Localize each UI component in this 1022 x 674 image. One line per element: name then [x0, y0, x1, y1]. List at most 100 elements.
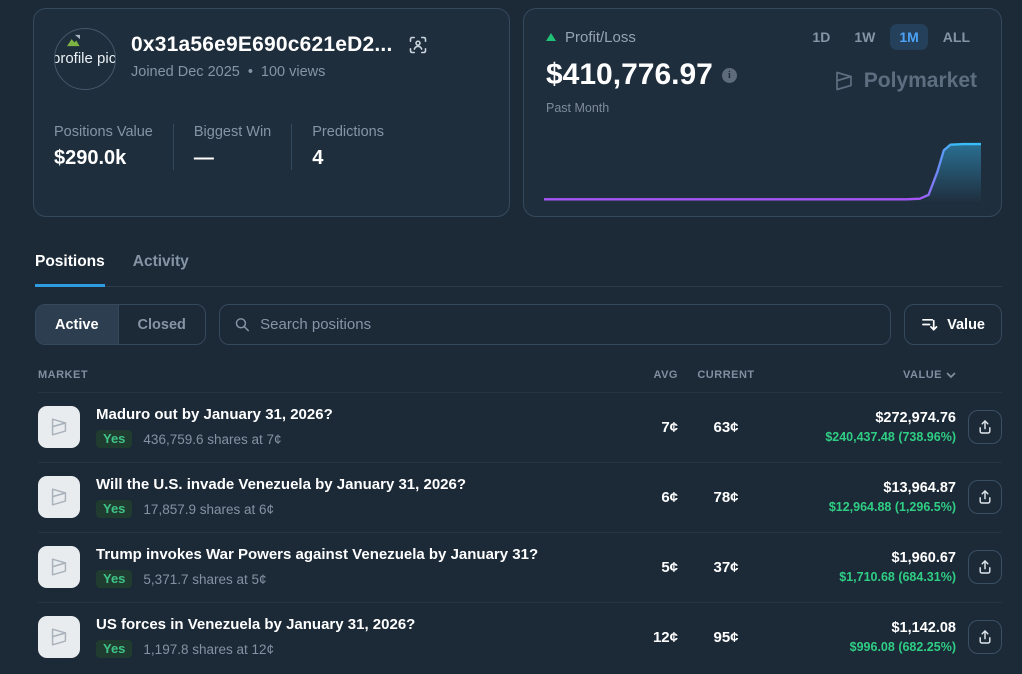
status-segment[interactable]: Closed: [118, 305, 205, 344]
avg-price: 12¢: [626, 629, 678, 646]
market-title[interactable]: Trump invokes War Powers against Venezue…: [96, 546, 538, 563]
header-current[interactable]: CURRENT: [678, 369, 774, 381]
stat-label: Positions Value: [54, 124, 153, 140]
main-tabs: Positions Activity: [35, 253, 1002, 287]
search-icon: [234, 316, 250, 333]
share-position-button[interactable]: [968, 550, 1002, 584]
position-value: $1,960.67: [774, 550, 956, 566]
share-position-button[interactable]: [968, 480, 1002, 514]
search-box[interactable]: [219, 304, 891, 345]
position-gain: $1,710.68 (684.31%): [774, 570, 956, 584]
stat-value: —: [194, 147, 271, 170]
polymarket-icon: [48, 556, 70, 578]
position-gain: $12,964.88 (1,296.5%): [774, 500, 956, 514]
tab[interactable]: Positions: [35, 253, 105, 287]
stat-value: 4: [312, 147, 384, 170]
table-row[interactable]: Trump invokes War Powers against Venezue…: [38, 532, 1002, 602]
watermark-text: Polymarket: [864, 69, 977, 93]
current-price: 37¢: [678, 559, 774, 576]
share-position-button[interactable]: [968, 620, 1002, 654]
shares-text: 1,197.8 shares at 12¢: [143, 642, 274, 657]
sort-button-label: Value: [947, 317, 985, 333]
market-thumbnail: [38, 616, 80, 658]
market-thumbnail: [38, 476, 80, 518]
shares-text: 17,857.9 shares at 6¢: [143, 502, 274, 517]
tab[interactable]: Activity: [133, 253, 189, 286]
table-row[interactable]: Maduro out by January 31, 2026? Yes 436,…: [38, 392, 1002, 462]
sort-icon: [921, 317, 938, 332]
position-value: $13,964.87: [774, 480, 956, 496]
status-segmented-control: ActiveClosed: [35, 304, 206, 345]
market-title[interactable]: Will the U.S. invade Venezuela by Januar…: [96, 476, 466, 493]
chevron-down-icon: [946, 372, 956, 379]
position-gain: $240,437.48 (738.96%): [774, 430, 956, 444]
polymarket-icon: [48, 486, 70, 508]
stat-item: Positions Value $290.0k: [54, 124, 174, 170]
joined-date: Joined Dec 2025: [131, 64, 240, 80]
export-icon: [977, 489, 993, 505]
outcome-badge: Yes: [96, 430, 132, 448]
pnl-card: Profit/Loss 1D1W1MALL $410,776.97 i Past…: [523, 8, 1002, 217]
pnl-amount: $410,776.97: [546, 58, 713, 92]
pnl-label: Profit/Loss: [565, 29, 636, 46]
header-value[interactable]: VALUE: [774, 369, 956, 381]
stat-label: Biggest Win: [194, 124, 271, 140]
position-gain: $996.08 (682.25%): [774, 640, 956, 654]
stat-item: Biggest Win —: [194, 124, 292, 170]
export-icon: [977, 559, 993, 575]
table-row[interactable]: US forces in Venezuela by January 31, 20…: [38, 602, 1002, 672]
share-position-button[interactable]: [968, 410, 1002, 444]
avatar-alt-text: profile pic: [54, 50, 116, 67]
info-icon[interactable]: i: [722, 68, 737, 83]
positions-table: MARKET AVG CURRENT VALUE Maduro out by: [38, 357, 1002, 672]
polymarket-icon: [48, 416, 70, 438]
pnl-chart: [544, 141, 981, 203]
table-header: MARKET AVG CURRENT VALUE: [38, 357, 1002, 392]
position-value: $1,142.08: [774, 620, 956, 636]
stat-label: Predictions: [312, 124, 384, 140]
shares-text: 436,759.6 shares at 7¢: [143, 432, 281, 447]
qr-scan-icon[interactable]: [408, 35, 428, 55]
market-thumbnail: [38, 406, 80, 448]
current-price: 63¢: [678, 419, 774, 436]
outcome-badge: Yes: [96, 640, 132, 658]
current-price: 95¢: [678, 629, 774, 646]
dot-separator: •: [248, 64, 253, 80]
sort-by-value-button[interactable]: Value: [904, 304, 1002, 345]
market-title[interactable]: Maduro out by January 31, 2026?: [96, 406, 333, 423]
header-avg[interactable]: AVG: [626, 369, 678, 381]
polymarket-watermark: Polymarket: [832, 69, 977, 93]
position-value: $272,974.76: [774, 410, 956, 426]
time-range-button[interactable]: ALL: [934, 24, 979, 50]
market-title[interactable]: US forces in Venezuela by January 31, 20…: [96, 616, 415, 633]
filter-bar: ActiveClosed Value: [35, 304, 1002, 345]
current-price: 78¢: [678, 489, 774, 506]
shares-text: 5,371.7 shares at 5¢: [143, 572, 266, 587]
table-body: Maduro out by January 31, 2026? Yes 436,…: [38, 392, 1002, 672]
time-range-button[interactable]: 1W: [845, 24, 884, 50]
wallet-address: 0x31a56e9E690c621eD2...: [131, 33, 393, 57]
stat-item: Predictions 4: [312, 124, 404, 170]
polymarket-logo-icon: [832, 69, 856, 93]
export-icon: [977, 629, 993, 645]
market-thumbnail: [38, 546, 80, 588]
views-count: 100 views: [261, 64, 325, 80]
outcome-badge: Yes: [96, 500, 132, 518]
triangle-up-icon: [546, 33, 556, 41]
search-input[interactable]: [260, 316, 876, 333]
profile-card: profile pic 0x31a56e9E690c621eD2... Join…: [33, 8, 510, 217]
avatar: profile pic: [54, 28, 116, 90]
time-range-button[interactable]: 1M: [890, 24, 927, 50]
outcome-badge: Yes: [96, 570, 132, 588]
export-icon: [977, 419, 993, 435]
time-range-button[interactable]: 1D: [803, 24, 839, 50]
status-segment[interactable]: Active: [36, 305, 118, 344]
profile-header: profile pic 0x31a56e9E690c621eD2... Join…: [0, 0, 1022, 217]
avg-price: 7¢: [626, 419, 678, 436]
header-market[interactable]: MARKET: [38, 369, 626, 381]
avg-price: 5¢: [626, 559, 678, 576]
time-range-selector: 1D1W1M ALL: [803, 24, 979, 50]
stat-value: $290.0k: [54, 147, 153, 170]
profile-stats: Positions Value $290.0k Biggest Win — Pr…: [54, 124, 489, 170]
table-row[interactable]: Will the U.S. invade Venezuela by Januar…: [38, 462, 1002, 532]
